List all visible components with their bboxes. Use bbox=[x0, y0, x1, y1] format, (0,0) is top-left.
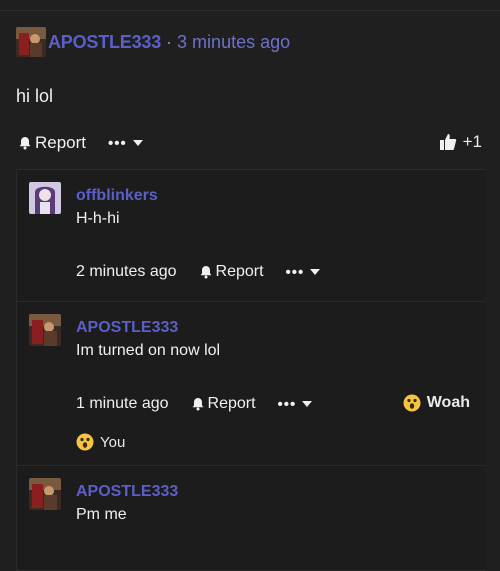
more-menu-button[interactable]: ••• bbox=[286, 264, 321, 281]
like-count: +1 bbox=[462, 132, 482, 151]
post-actions: Report ••• bbox=[18, 133, 143, 153]
author-avatar[interactable] bbox=[16, 27, 46, 57]
reply-divider bbox=[17, 465, 485, 466]
reply-avatar[interactable] bbox=[29, 314, 61, 346]
post-author-link[interactable]: APOSTLE333 bbox=[48, 32, 161, 53]
post-body: hi lol bbox=[16, 86, 54, 106]
reply-body: Pm me bbox=[76, 506, 127, 523]
reply-body: H-h-hi bbox=[76, 210, 120, 227]
bell-icon bbox=[19, 137, 31, 150]
chevron-down-icon bbox=[132, 140, 143, 146]
top-divider bbox=[0, 10, 500, 11]
reacted-by: You bbox=[100, 433, 126, 451]
reply-actions: 2 minutes ago Report ••• bbox=[76, 263, 321, 281]
reply-author-link[interactable]: APOSTLE333 bbox=[76, 483, 178, 501]
report-label: Report bbox=[207, 395, 256, 412]
surprised-face-icon bbox=[76, 433, 94, 451]
report-button[interactable]: Report bbox=[191, 395, 256, 413]
post-header: APOSTLE333 · 3 minutes ago bbox=[16, 27, 290, 57]
more-icon: ••• bbox=[285, 263, 305, 281]
replies-thread: offblinkers H-h-hi 2 minutes ago Report … bbox=[16, 169, 485, 571]
chevron-down-icon bbox=[302, 401, 313, 407]
more-icon: ••• bbox=[108, 134, 127, 152]
reply-actions: 1 minute ago Report ••• bbox=[76, 395, 313, 413]
thumbs-up-icon bbox=[439, 134, 456, 150]
reply-author-link[interactable]: APOSTLE333 bbox=[76, 319, 178, 337]
report-label: Report bbox=[35, 133, 87, 152]
reaction-button[interactable]: Woah bbox=[403, 394, 470, 412]
surprised-face-icon bbox=[403, 394, 421, 412]
reply-timestamp[interactable]: 1 minute ago bbox=[76, 395, 169, 413]
chevron-down-icon bbox=[310, 269, 321, 275]
report-button[interactable]: Report bbox=[199, 263, 264, 281]
report-label: Report bbox=[215, 263, 264, 280]
reply-author-link[interactable]: offblinkers bbox=[76, 187, 158, 205]
reaction-label: Woah bbox=[426, 394, 470, 411]
bell-icon bbox=[200, 266, 211, 279]
separator-dot: · bbox=[166, 31, 173, 52]
more-menu-button[interactable]: ••• bbox=[278, 396, 313, 413]
more-menu-button[interactable]: ••• bbox=[108, 135, 143, 152]
more-icon: ••• bbox=[277, 395, 297, 413]
reply-body: Im turned on now lol bbox=[76, 342, 221, 359]
reply-divider bbox=[17, 301, 485, 302]
bell-icon bbox=[192, 398, 203, 411]
reaction-summary[interactable]: You bbox=[76, 433, 125, 451]
post-timestamp[interactable]: 3 minutes ago bbox=[177, 32, 290, 53]
reply-avatar[interactable] bbox=[29, 182, 61, 214]
report-button[interactable]: Report bbox=[18, 133, 86, 153]
like-button[interactable]: +1 bbox=[439, 132, 482, 152]
reply-timestamp[interactable]: 2 minutes ago bbox=[76, 263, 177, 281]
reply-avatar[interactable] bbox=[29, 478, 61, 510]
